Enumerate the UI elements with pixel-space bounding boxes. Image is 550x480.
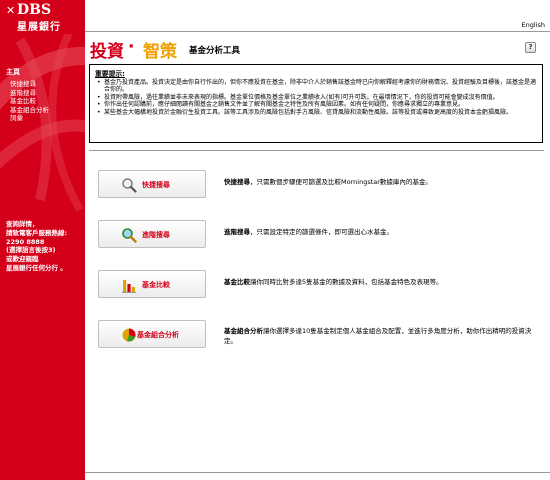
page-header: 投資 · 智策 基金分析工具 ?	[85, 33, 550, 63]
quick-search-description: 快捷搜尋，只需數個步驟便可篩選及比較Morningstar數據庫內的基金。	[224, 177, 540, 187]
side-menu: 主頁 快捷搜尋 進階搜尋 基金比較 基金組合分析 詞彙	[6, 67, 49, 123]
fund-compare-description: 基金比較讓你同時比對多達5隻基金的數據及資料，包括基金特色及表現等。	[224, 277, 540, 287]
desc-bold: 基金組合分析	[224, 327, 263, 335]
notice-item: 某些基金大幅橫地投資於金融衍生投資工具。該等工具涉及的風險包括對手方風險、信貸風…	[97, 109, 537, 117]
brand-title-dot: ·	[128, 37, 135, 57]
sidebar-item-glossary[interactable]: 詞彙	[6, 114, 49, 123]
quick-search-label: 快捷搜尋	[142, 181, 170, 189]
logo-name: DBS	[17, 2, 52, 18]
sidebar: ✕ DBS 星展銀行 主頁 快捷搜尋 進階搜尋 基金比較 基金組合分析 詞彙 查…	[0, 0, 85, 480]
desc-text: ，只需數個步驟便可篩選及比較Morningstar數據庫內的基金。	[250, 178, 432, 186]
contact-line: 星展銀行任何分行 。	[6, 263, 67, 272]
desc-text: 讓你同時比對多達5隻基金的數據及資料，包括基金特色及表現等。	[250, 278, 443, 286]
brand-title-part1: 投資	[90, 42, 124, 62]
desc-text: ，只需設定特定的篩選條件，即可選出心水基金。	[250, 228, 393, 236]
contact-line: 請致電客戶服務熱線:	[6, 228, 68, 237]
quick-search-button[interactable]: 快捷搜尋	[98, 170, 206, 198]
portfolio-analysis-button[interactable]: 基金組合分析	[98, 320, 206, 348]
notice-list: 基金乃投資產品。投資決定是由你自行作出的，但你不應投資在基金，除非中介人於銷售該…	[95, 79, 537, 116]
help-button[interactable]: ?	[525, 42, 536, 53]
notice-item: 基金乃投資產品。投資決定是由你自行作出的，但你不應投資在基金，除非中介人於銷售該…	[97, 79, 537, 94]
contact-line: 查詢詳情，	[6, 220, 39, 228]
desc-bold: 基金比較	[224, 278, 250, 286]
sidebar-item-fund-compare[interactable]: 基金比較	[6, 97, 49, 106]
contact-line: (選擇語言後按3)	[6, 246, 56, 255]
footer-divider	[85, 472, 550, 473]
brand-title-part2: 智策	[143, 42, 177, 62]
sidebar-item-quick-search[interactable]: 快捷搜尋	[6, 80, 49, 89]
logo-chinese-name: 星展銀行	[17, 22, 61, 33]
magnifier-color-icon	[122, 228, 137, 243]
side-menu-home[interactable]: 主頁	[6, 67, 49, 77]
contact-info: 查詢詳情， 請致電客戶服務熱線: 2290 8888 (選擇語言後按3) 或歡迎…	[6, 220, 84, 273]
sidebar-item-advanced-search[interactable]: 進階搜尋	[6, 89, 49, 98]
divider	[89, 150, 544, 151]
fund-compare-label: 基金比較	[142, 281, 170, 289]
desc-bold: 進階搜尋	[224, 228, 250, 236]
pie-chart-icon	[122, 328, 136, 342]
bar-chart-icon	[122, 280, 136, 293]
desc-text: 讓你選擇多達10隻基金制定個人基金組合及配置，並進行多角度分析，助你作出精明的投…	[224, 327, 532, 345]
advanced-search-button[interactable]: 進階搜尋	[98, 220, 206, 248]
portfolio-analysis-description: 基金組合分析讓你選擇多達10隻基金制定個人基金組合及配置，並進行多角度分析，助你…	[224, 326, 540, 346]
language-link[interactable]: English	[522, 21, 545, 29]
desc-bold: 快捷搜尋	[224, 178, 250, 186]
notice-title: 重要提示:	[95, 70, 125, 78]
advanced-search-label: 進階搜尋	[142, 231, 170, 239]
dbs-logo[interactable]: ✕ DBS 星展銀行	[0, 0, 85, 34]
advanced-search-description: 進階搜尋，只需設定特定的篩選條件，即可選出心水基金。	[224, 227, 540, 237]
fund-compare-button[interactable]: 基金比較	[98, 270, 206, 298]
important-notice: 重要提示: 基金乃投資產品。投資決定是由你自行作出的，但你不應投資在基金，除非中…	[89, 64, 543, 143]
page-title: 基金分析工具	[189, 46, 241, 56]
contact-line: 或歡迎親臨	[6, 255, 39, 264]
top-bar: English	[85, 17, 550, 32]
dbs-logo-mark-icon: ✕	[6, 4, 16, 17]
notice-item: 你作出任何認購前，應仔細閱讀有關基金之銷售文件並了解有關基金之特性及所有風險因素…	[97, 101, 537, 109]
sidebar-item-portfolio-analysis[interactable]: 基金組合分析	[6, 106, 49, 115]
magnifier-icon	[122, 178, 137, 193]
portfolio-analysis-label: 基金組合分析	[137, 331, 179, 339]
